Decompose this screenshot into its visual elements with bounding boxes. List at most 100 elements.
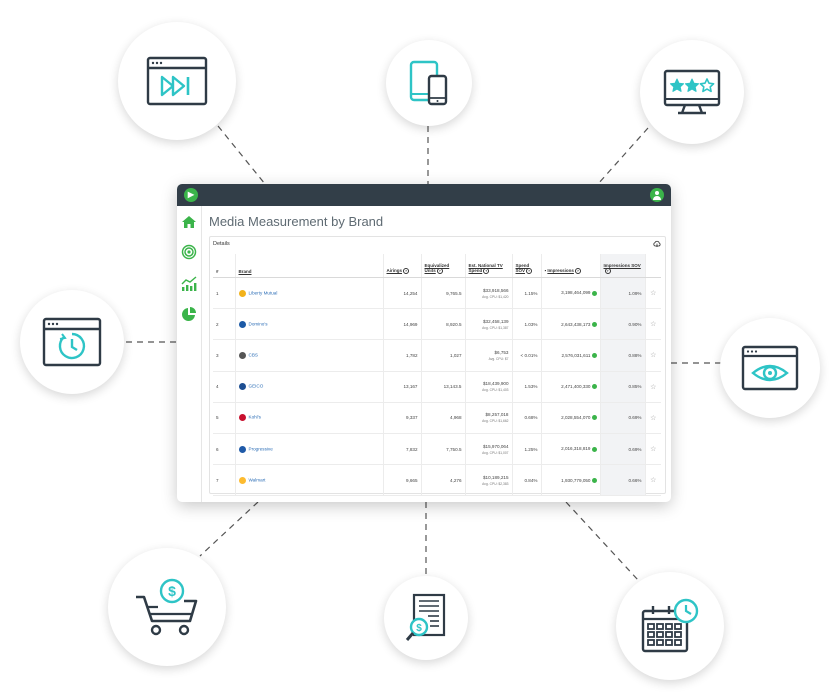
brand-cell[interactable]: Kohl's (235, 402, 384, 434)
liberty-mutual-logo-icon (238, 289, 246, 297)
row-index: 2 (213, 308, 236, 341)
impressions-sov-cell: 0.85% (600, 371, 646, 403)
brand-link[interactable]: Walmart (249, 477, 266, 482)
table-row[interactable]: 7 Walmart 9,665 4,276 $10,189,215 Avg. CPU: $… (213, 464, 661, 497)
favorite-cell[interactable]: ☆ (645, 371, 661, 403)
airings-cell: 13,167 (383, 371, 422, 403)
brand-link[interactable]: Domino's (249, 322, 268, 327)
row-index: 4 (213, 371, 236, 403)
airings-cell: 9,665 (383, 464, 422, 497)
status-dot-icon (591, 321, 597, 327)
spend-value: $18,439,900 (482, 381, 509, 387)
impressions-value: 2,643,438,173 (561, 321, 591, 327)
fast-forward-window-icon (118, 22, 236, 140)
row-index: 1 (213, 277, 236, 310)
table-row[interactable]: 5 Kohl's 9,337 4,968 $8,257,018 Avg. CPU: $1,… (213, 402, 661, 434)
status-dot-icon (591, 477, 597, 483)
spend-sov-cell: < 0.01% (512, 339, 542, 372)
brand-link[interactable]: GEICO (249, 384, 264, 389)
status-dot-icon (591, 415, 597, 421)
airings-cell: 14,254 (383, 277, 422, 310)
impressions-cell: 2,643,438,173 (541, 308, 601, 341)
invoice-magnifier-icon: $ (384, 576, 468, 660)
brand-link[interactable]: Kohl's (249, 415, 261, 420)
star-icon[interactable]: ☆ (650, 415, 656, 422)
status-dot-icon (591, 290, 597, 296)
favorite-cell[interactable]: ☆ (645, 277, 661, 310)
favorite-cell[interactable]: ☆ (645, 402, 661, 434)
home-icon[interactable] (181, 214, 197, 230)
spend-sov-cell: 0.84% (512, 464, 542, 497)
spend-cell: $8,257,018 Avg. CPU: $1,662 (465, 402, 513, 434)
brand-cell[interactable]: Progressive (235, 433, 384, 466)
table-row[interactable]: 4 GEICO 13,167 13,143.5 $18,439,900 Avg. CPU:… (213, 371, 661, 403)
star-icon[interactable]: ☆ (650, 321, 656, 328)
brand-cell[interactable]: Domino's (235, 308, 384, 341)
app-window: ▶ Media Measurement by Brand Details # B… (177, 184, 671, 502)
progressive-logo-icon (238, 445, 246, 453)
brand-link[interactable]: Liberty Mutual (249, 290, 278, 295)
timer-window-icon (20, 290, 124, 394)
brand-link[interactable]: Progressive (249, 446, 273, 451)
avg-cpu: Avg. CPU: $1,387 (482, 325, 509, 330)
star-icon[interactable]: ☆ (650, 290, 656, 297)
spend-value: $10,189,215 (482, 474, 509, 480)
favorite-cell[interactable]: ☆ (645, 464, 661, 497)
col-airings[interactable]: Airings? (383, 254, 422, 278)
spend-sov-cell: 1.03% (512, 308, 542, 341)
star-icon[interactable]: ☆ (650, 352, 656, 359)
airings-cell: 7,832 (383, 433, 422, 466)
col-equivalized-units[interactable]: Equivalized Units? (421, 254, 466, 278)
col-est-national-tv-spend[interactable]: Est. National TV Spend? (465, 254, 513, 278)
col-favorite (645, 254, 661, 278)
brand-cell[interactable]: CBS (235, 339, 384, 372)
brand-link[interactable]: CBS (249, 353, 258, 358)
status-dot-icon (591, 446, 597, 452)
star-icon[interactable]: ☆ (650, 477, 656, 484)
favorite-cell[interactable]: ☆ (645, 433, 661, 466)
brand-cell[interactable]: GEICO (235, 371, 384, 403)
app-logo[interactable]: ▶ (184, 188, 198, 202)
analytics-chart-icon[interactable] (181, 276, 197, 292)
table-row[interactable]: 6 Progressive 7,832 7,750.5 $15,970,064 Avg. … (213, 433, 661, 466)
help-icon[interactable]: ? (574, 268, 581, 274)
help-icon[interactable]: ? (604, 268, 611, 274)
table-row[interactable]: 2 Domino's 14,969 8,920.5 $32,458,139 Avg. CP… (213, 308, 661, 341)
cbs-logo-icon (238, 351, 246, 359)
target-icon[interactable] (181, 244, 197, 260)
col-spend-sov[interactable]: Spend SOV? (512, 254, 542, 278)
help-icon[interactable]: ? (526, 268, 533, 274)
download-cloud-icon[interactable] (653, 240, 661, 248)
star-rating-monitor-icon (640, 40, 744, 144)
help-icon[interactable]: ? (403, 268, 410, 274)
col-impressions-sov[interactable]: Impressions SOV? (600, 254, 646, 278)
row-index: 5 (213, 402, 236, 434)
star-icon[interactable]: ☆ (650, 384, 656, 391)
spend-cell: $10,189,215 Avg. CPU: $2,383 (465, 464, 513, 497)
geico-logo-icon (238, 383, 246, 391)
help-icon[interactable]: ? (483, 268, 490, 274)
table-row[interactable]: 1 Liberty Mutual 14,254 9,765.5 $33,918,566 A… (213, 277, 661, 310)
spend-value: $6,753 (494, 349, 509, 355)
star-icon[interactable]: ☆ (650, 446, 656, 453)
col-impressions[interactable]: ▪ Impressions? (541, 254, 601, 278)
user-avatar-icon[interactable] (650, 188, 664, 202)
brand-cell[interactable]: Liberty Mutual (235, 277, 384, 310)
row-index: 6 (213, 433, 236, 466)
spend-cell: $15,970,064 Avg. CPU: $1,007 (465, 433, 513, 466)
impressions-cell: 2,028,554,070 (541, 402, 601, 434)
favorite-cell[interactable]: ☆ (645, 339, 661, 372)
col-brand[interactable]: Brand (235, 254, 384, 278)
table-row[interactable]: 3 CBS 1,782 1,027 $6,753 Avg. CPU: $7 < 0.01% 2… (213, 339, 661, 372)
spend-value: $15,970,064 (482, 443, 509, 449)
details-label: Details (213, 241, 230, 247)
equivalized-units-cell: 4,276 (421, 464, 466, 497)
brand-cell[interactable]: Walmart (235, 464, 384, 497)
favorite-cell[interactable]: ☆ (645, 308, 661, 341)
spend-sov-cell: 0.68% (512, 402, 542, 434)
impressions-cell: 2,016,318,819 (541, 433, 601, 466)
spend-cell: $18,439,900 Avg. CPU: $1,403 (465, 371, 513, 403)
help-icon[interactable]: ? (436, 268, 443, 274)
kohls-logo-icon (238, 414, 246, 422)
pie-chart-icon[interactable] (181, 306, 197, 322)
